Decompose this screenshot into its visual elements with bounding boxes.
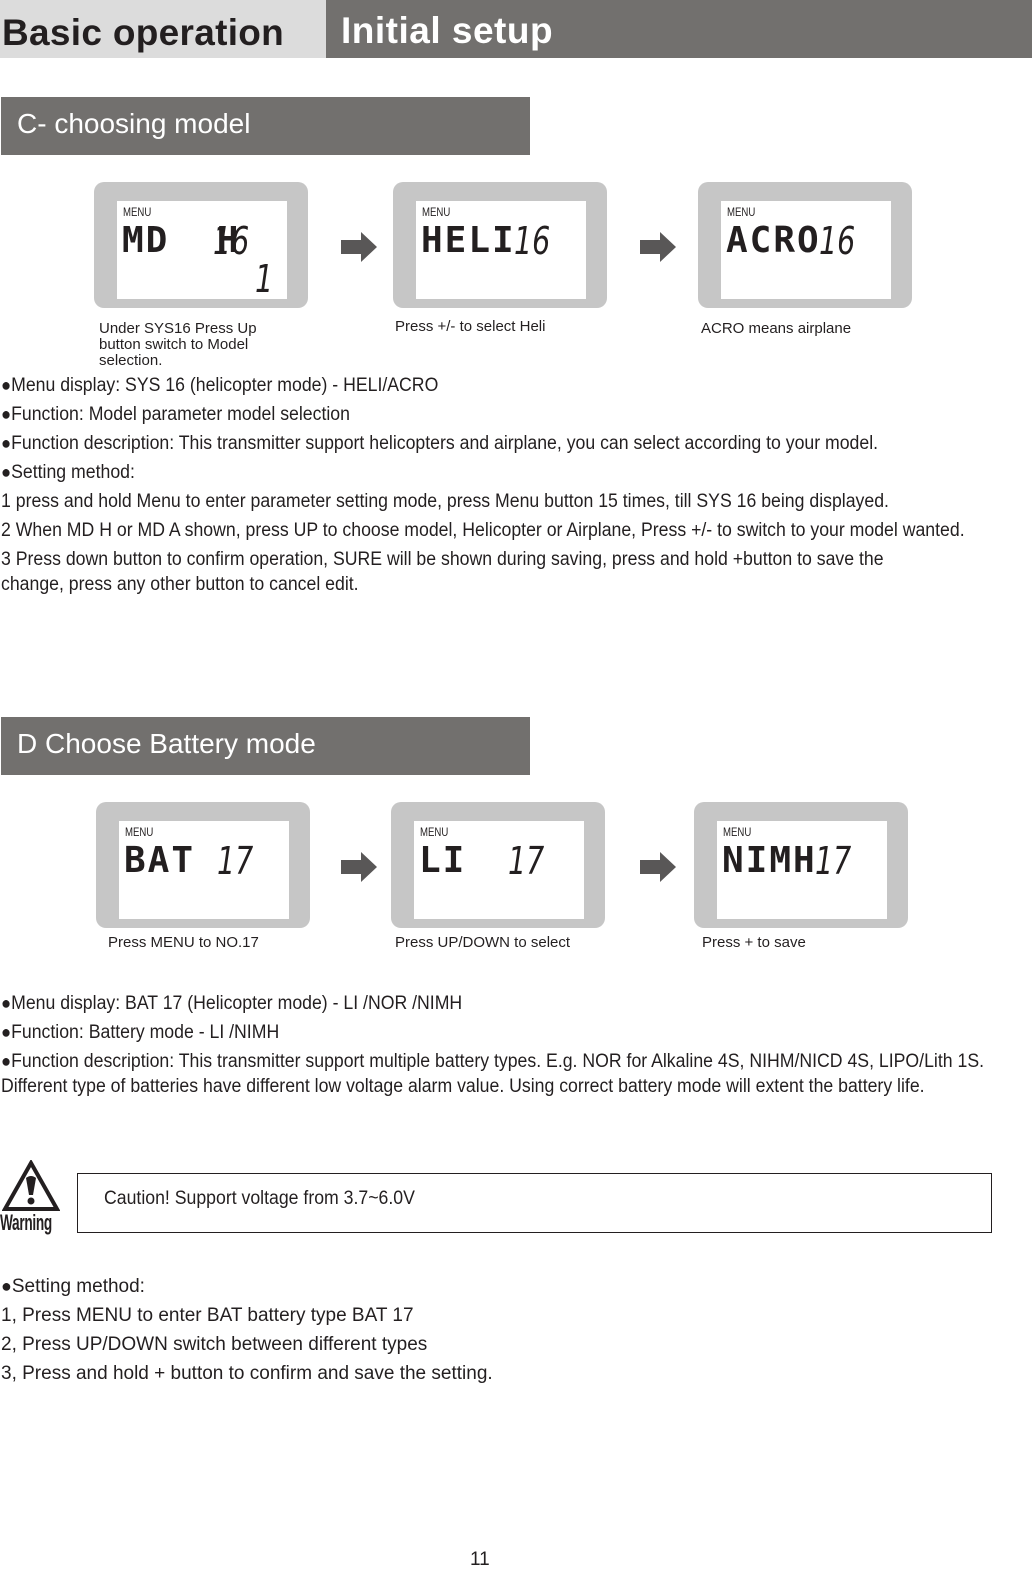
bullet-item: ●Function description: This transmitter … <box>1 433 879 454</box>
header-basic-operation: Basic operation <box>0 0 326 58</box>
lcd-display: MENU LI 17 <box>414 821 584 919</box>
section-d-title: D Choose Battery mode <box>17 728 316 759</box>
lcd-menu-label: MENU <box>422 205 451 219</box>
bullet-item: ●Setting method: <box>1 462 135 483</box>
lcd-display: MENU BAT 17 <box>119 821 289 919</box>
lcd-screen-bat: MENU BAT 17 <box>96 802 310 928</box>
right-arrow-icon <box>640 852 676 882</box>
caution-box: Caution! Support voltage from 3.7~6.0V <box>77 1173 992 1233</box>
lcd-menu-label: MENU <box>420 825 449 839</box>
lcd-screen-md-h: MENU MD H 16 1 <box>94 182 308 308</box>
warning-triangle-icon <box>2 1160 60 1211</box>
lcd-sub-value: 1 <box>255 257 274 301</box>
caption-screen-4: Press MENU to NO.17 <box>108 934 259 951</box>
lcd-menu-label: MENU <box>723 825 752 839</box>
bullet-item: ●Menu display: SYS 16 (helicopter mode) … <box>1 375 439 396</box>
step-item: 1, Press MENU to enter BAT battery type … <box>1 1305 414 1326</box>
caption-screen-1: Under SYS16 Press Up button switch to Mo… <box>99 320 257 369</box>
lcd-segment-number: 16 <box>514 219 551 263</box>
bullet-item: ●Function description: This transmitter … <box>1 1051 985 1097</box>
lcd-segment-number: 16 <box>819 219 856 263</box>
page-number: 11 <box>470 1549 490 1570</box>
caution-text: Caution! Support voltage from 3.7~6.0V <box>104 1188 415 1209</box>
lcd-segment-text: BAT <box>124 840 196 881</box>
lcd-screen-acro: MENU ACRO 16 <box>698 182 912 308</box>
bullet-item: ●Function: Battery mode - LI /NIMH <box>1 1022 280 1043</box>
lcd-segment-text: HELI <box>421 220 516 261</box>
step-item: 2, Press UP/DOWN switch between differen… <box>1 1334 428 1355</box>
lcd-segment-text: LI <box>419 840 467 881</box>
bullet-item: ●Function: Model parameter model selecti… <box>1 404 350 425</box>
section-c-bullet-list: ●Menu display: SYS 16 (helicopter mode) … <box>1 373 965 601</box>
section-d-bullet-list: ●Menu display: BAT 17 (Helicopter mode) … <box>1 991 984 1103</box>
step-item: 2 When MD H or MD A shown, press UP to c… <box>1 520 965 541</box>
lcd-segment-number: 16 <box>213 219 250 263</box>
lcd-menu-label: MENU <box>123 205 152 219</box>
right-arrow-icon <box>640 232 676 262</box>
lcd-menu-label: MENU <box>125 825 154 839</box>
header-right-title: Initial setup <box>341 10 554 51</box>
setting-heading: ●Setting method: <box>1 1276 145 1297</box>
warning-label: Warning <box>0 1210 52 1235</box>
step-item: 3 Press down button to confirm operation… <box>1 549 884 595</box>
right-arrow-icon <box>341 232 377 262</box>
lcd-menu-label: MENU <box>727 205 756 219</box>
lcd-screen-nimh: MENU NIMH 17 <box>694 802 908 928</box>
caption-screen-5: Press UP/DOWN to select <box>395 934 571 951</box>
caption-screen-6: Press + to save <box>702 934 806 951</box>
lcd-screen-li: MENU LI 17 <box>391 802 605 928</box>
lcd-segment-number: 17 <box>815 839 852 883</box>
step-item: 3, Press and hold + button to confirm an… <box>1 1363 493 1384</box>
warning-block: Warning <box>0 1160 62 1242</box>
lcd-segment-text: ACRO <box>726 220 821 261</box>
step-item: 1 press and hold Menu to enter parameter… <box>1 491 889 512</box>
lcd-display: MENU HELI 16 <box>416 201 586 299</box>
section-d-setting-method: ●Setting method: 1, Press MENU to enter … <box>1 1272 493 1388</box>
lcd-display: MENU MD H 16 1 <box>117 201 287 299</box>
lcd-segment-number: 17 <box>217 839 254 883</box>
right-arrow-icon <box>341 852 377 882</box>
header-initial-setup: Initial setup <box>326 0 1032 58</box>
header-left-title: Basic operation <box>2 12 285 53</box>
caption-screen-3: ACRO means airplane <box>701 320 852 337</box>
section-c-title-bar: C- choosing model <box>1 97 530 155</box>
section-c-title: C- choosing model <box>17 108 251 139</box>
lcd-segment-number: 17 <box>508 839 545 883</box>
bullet-item: ●Menu display: BAT 17 (Helicopter mode) … <box>1 993 463 1014</box>
caption-screen-2: Press +/- to select Heli <box>395 318 546 335</box>
lcd-display: MENU NIMH 17 <box>717 821 887 919</box>
lcd-display: MENU ACRO 16 <box>721 201 891 299</box>
lcd-segment-text: NIMH <box>722 840 817 881</box>
section-d-title-bar: D Choose Battery mode <box>1 717 530 775</box>
lcd-screen-heli: MENU HELI 16 <box>393 182 607 308</box>
